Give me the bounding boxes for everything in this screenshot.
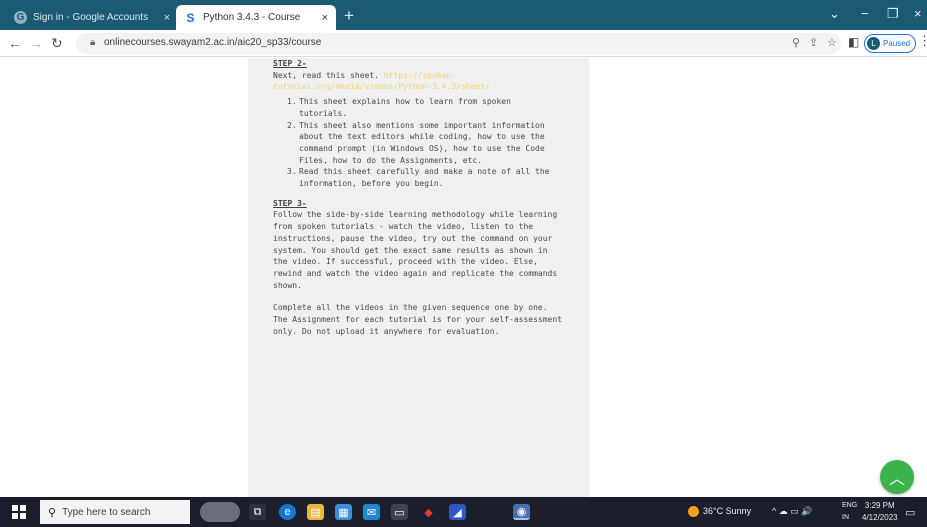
- back-icon[interactable]: ←: [8, 35, 22, 51]
- url-text[interactable]: onlinecourses.swayam2.ac.in/aic20_sp33/c…: [104, 37, 321, 48]
- google-favicon-icon: G: [14, 11, 27, 24]
- clock-date: 4/12/2023: [862, 513, 898, 522]
- avatar: L: [867, 37, 880, 50]
- search-highlight-image[interactable]: [200, 502, 240, 522]
- page-viewport[interactable]: STEP 2- Next, read this sheet. https://s…: [0, 58, 927, 497]
- address-bar[interactable]: 🔒︎ onlinecourses.swayam2.ac.in/aic20_sp3…: [76, 33, 841, 54]
- list-item: 3. Read this sheet carefully and make a n…: [287, 167, 550, 189]
- file-explorer-icon[interactable]: ▤: [307, 504, 324, 520]
- edge-icon[interactable]: e: [279, 504, 296, 520]
- browser-toolbar: ← → ↻ 🔒︎ onlinecourses.swayam2.ac.in/aic…: [0, 30, 927, 57]
- step2-intro: Next, read this sheet. https://spoken-tu…: [273, 70, 563, 93]
- reload-icon[interactable]: ↻: [51, 35, 63, 52]
- sequence-paragraph: Complete all the videos in the given seq…: [273, 303, 548, 313]
- step3-paragraph: Follow the side-by-side learning methodo…: [273, 210, 558, 290]
- sidepanel-icon[interactable]: ◧: [848, 35, 859, 49]
- tab-search-chevron-icon[interactable]: ⌄: [829, 6, 840, 22]
- new-tab-button[interactable]: +: [344, 7, 354, 25]
- weather-sun-icon: [688, 506, 699, 517]
- weather-text[interactable]: 36°C Sunny: [703, 506, 751, 516]
- language-indicator[interactable]: ENG IN: [842, 500, 857, 524]
- photos-icon[interactable]: ▭: [391, 504, 408, 520]
- forward-icon[interactable]: →: [29, 35, 43, 51]
- step2-heading: STEP 2-: [273, 59, 307, 68]
- taskbar: ⚲ Type here to search ⧉ e ▤ ▦ ✉ ▭ ◆ ◢ ◉ …: [0, 497, 927, 527]
- minimize-button[interactable]: −: [861, 6, 869, 21]
- task-view-icon[interactable]: ⧉: [249, 504, 266, 520]
- share-icon[interactable]: ⇪: [809, 36, 818, 49]
- tray-icons[interactable]: ^ ☁ ▭ 🔊: [772, 506, 812, 517]
- swayam-favicon-icon: S: [186, 10, 195, 25]
- tab-title: Python 3.4.3 - Course: [203, 12, 301, 23]
- scroll-to-top-button[interactable]: ︿: [880, 460, 914, 494]
- list-item: 1. This sheet explains how to learn from …: [287, 97, 511, 118]
- chevron-up-icon: ︿: [888, 471, 905, 488]
- search-placeholder: Type here to search: [62, 506, 151, 518]
- step3-heading: STEP 3-: [273, 198, 307, 208]
- app-icon[interactable]: ◆: [420, 504, 437, 520]
- lock-icon[interactable]: 🔒︎: [90, 37, 95, 48]
- search-icon: ⚲: [48, 506, 57, 519]
- profile-status: Paused: [883, 39, 911, 48]
- tab-close-icon[interactable]: ×: [164, 12, 170, 24]
- list-item: 2. This sheet also mentions some importan…: [287, 120, 545, 165]
- tab-close-icon[interactable]: ×: [322, 12, 328, 24]
- star-icon[interactable]: ☆: [827, 36, 837, 49]
- more-icon[interactable]: ⋮: [918, 33, 927, 49]
- zoom-icon[interactable]: ⚲: [792, 36, 800, 49]
- notification-icon[interactable]: ▭: [905, 506, 915, 519]
- clock-time: 3:29 PM: [864, 501, 895, 510]
- tab-strip: G Sign in - Google Accounts × S Python 3…: [0, 0, 927, 30]
- windows-start-icon[interactable]: [12, 505, 26, 519]
- profile-button[interactable]: L Paused: [864, 34, 916, 53]
- tab-google-sign-in[interactable]: G Sign in - Google Accounts ×: [6, 5, 178, 30]
- course-article: STEP 2- Next, read this sheet. https://s…: [273, 58, 563, 337]
- close-window-button[interactable]: ×: [914, 6, 922, 21]
- app2-icon[interactable]: ◢: [449, 504, 466, 520]
- taskbar-search-box[interactable]: ⚲ Type here to search: [40, 500, 190, 524]
- clock[interactable]: 3:29 PM 4/12/2023: [862, 500, 898, 524]
- step2-list: 1. This sheet explains how to learn from …: [287, 96, 563, 190]
- store-icon[interactable]: ▦: [335, 504, 352, 520]
- mail-icon[interactable]: ✉: [363, 504, 380, 520]
- chrome-icon[interactable]: ◉: [513, 504, 530, 520]
- assignment-paragraph: The Assignment for each tutorial is for …: [273, 315, 562, 336]
- tab-python-course[interactable]: S Python 3.4.3 - Course ×: [176, 5, 336, 30]
- step2-lead: Next, read this sheet.: [273, 70, 379, 80]
- tab-title: Sign in - Google Accounts: [33, 12, 149, 23]
- restore-button[interactable]: ❐: [887, 6, 899, 22]
